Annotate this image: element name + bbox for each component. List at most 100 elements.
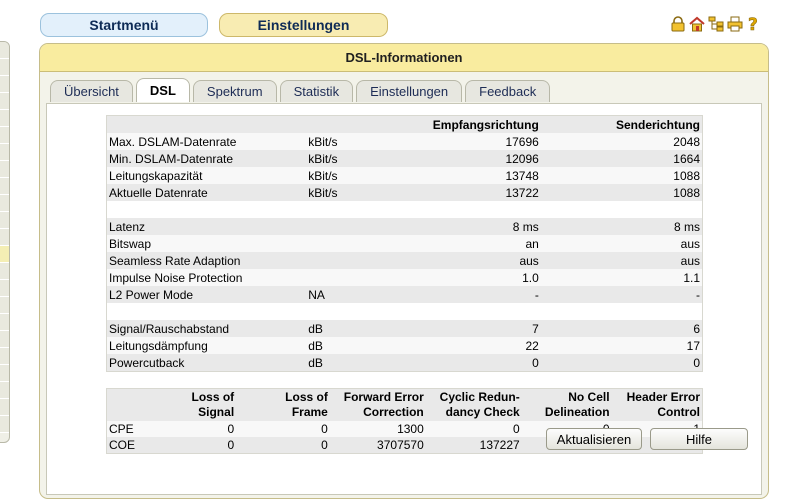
tab-spectrum[interactable]: Spektrum: [192, 80, 277, 102]
sidebar-item[interactable]: [0, 127, 9, 144]
row-down: 0: [395, 354, 541, 372]
header-no-cell-delineation: No Cell Delineation: [521, 388, 612, 421]
row-unit: kBit/s: [306, 150, 396, 167]
startmenu-button[interactable]: Startmenü: [40, 13, 208, 37]
tab-statistics[interactable]: Statistik: [279, 80, 354, 102]
sidebar-item[interactable]: [0, 399, 9, 416]
row-up: aus: [540, 235, 703, 252]
row-up: 1.1: [540, 269, 703, 286]
sidebar-item[interactable]: [0, 297, 9, 314]
row-label: Signal/Rauschabstand: [106, 320, 307, 337]
table-row: Max. DSLAM-Datenrate kBit/s 17696 2048: [106, 133, 703, 150]
table-row: Latenz 8 ms 8 ms: [106, 218, 703, 235]
sidebar-item-active[interactable]: [0, 246, 9, 263]
sidebar-item[interactable]: [0, 382, 9, 399]
refresh-button[interactable]: Aktualisieren: [546, 428, 642, 450]
sidebar-item[interactable]: [0, 263, 9, 280]
sidebar-item[interactable]: [0, 331, 9, 348]
cell-value: 1300: [329, 421, 426, 437]
row-label: Powercutback: [106, 354, 307, 372]
sidebar-item[interactable]: [0, 59, 9, 76]
row-unit: [306, 252, 396, 269]
sidebar-item[interactable]: [0, 314, 9, 331]
row-unit: kBit/s: [306, 133, 396, 150]
table-row: Impulse Noise Protection 1.0 1.1: [106, 269, 703, 286]
row-up: 8 ms: [540, 218, 703, 235]
tab-overview[interactable]: Übersicht: [50, 80, 133, 102]
sidebar-item[interactable]: [0, 76, 9, 93]
row-up: 2048: [540, 133, 703, 150]
row-down: 13722: [395, 184, 541, 201]
dsl-info-table: Empfangsrichtung Senderichtung Max. DSLA…: [106, 115, 703, 372]
sidebar-item[interactable]: [0, 280, 9, 297]
table-row: Seamless Rate Adaption aus aus: [106, 252, 703, 269]
sidebar-item[interactable]: [0, 416, 9, 433]
cell-value: 0: [425, 421, 522, 437]
spacer-row: [106, 303, 703, 320]
sidebar-item[interactable]: [0, 348, 9, 365]
sidebar-item[interactable]: [0, 212, 9, 229]
tab-settings[interactable]: Einstellungen: [356, 80, 463, 102]
row-down: an: [395, 235, 541, 252]
header-cell: [106, 388, 147, 421]
row-up: -: [540, 286, 703, 303]
table-row: Powercutback dB 0 0: [106, 354, 703, 372]
cell-value: 0: [236, 421, 330, 437]
row-label: Min. DSLAM-Datenrate: [106, 150, 307, 167]
header-cell: [106, 115, 307, 133]
sidebar-item[interactable]: [0, 161, 9, 178]
row-label: CPE: [106, 421, 147, 437]
table-row: Bitswap an aus: [106, 235, 703, 252]
sidebar-item[interactable]: [0, 195, 9, 212]
help-icon[interactable]: ?: [746, 15, 762, 33]
row-label: Leitungskapazität: [106, 167, 307, 184]
tab-bar: Übersicht DSL Spektrum Statistik Einstel…: [50, 78, 551, 102]
printer-icon[interactable]: [727, 15, 743, 33]
row-down: -: [395, 286, 541, 303]
row-unit: dB: [306, 337, 396, 354]
row-down: aus: [395, 252, 541, 269]
table-row: Leitungskapazität kBit/s 13748 1088: [106, 167, 703, 184]
header-cell: [306, 115, 396, 133]
row-unit: kBit/s: [306, 184, 396, 201]
cell-value: 0: [236, 437, 330, 454]
cell-value: 0: [146, 437, 237, 454]
table-row: Signal/Rauschabstand dB 7 6: [106, 320, 703, 337]
sidebar-item[interactable]: [0, 42, 9, 59]
row-down: 12096: [395, 150, 541, 167]
row-down: 17696: [395, 133, 541, 150]
row-up: 6: [540, 320, 703, 337]
sidebar-item[interactable]: [0, 110, 9, 127]
cell-value: 0: [146, 421, 237, 437]
cell-value: 3707570: [329, 437, 426, 454]
svg-text:?: ?: [748, 15, 758, 33]
sidebar-item[interactable]: [0, 229, 9, 246]
sidebar-item[interactable]: [0, 365, 9, 382]
row-up: 1088: [540, 167, 703, 184]
table-row: Aktuelle Datenrate kBit/s 13722 1088: [106, 184, 703, 201]
header-upstream: Senderichtung: [540, 115, 703, 133]
header-crc: Cyclic Redun-dancy Check: [425, 388, 522, 421]
row-unit: [306, 235, 396, 252]
sidebar-item[interactable]: [0, 178, 9, 195]
row-down: 8 ms: [395, 218, 541, 235]
tab-dsl[interactable]: DSL: [135, 78, 190, 102]
sidebar-item[interactable]: [0, 93, 9, 110]
help-button[interactable]: Hilfe: [650, 428, 748, 450]
settings-button[interactable]: Einstellungen: [219, 13, 388, 37]
row-label: COE: [106, 437, 147, 454]
tab-feedback[interactable]: Feedback: [465, 80, 551, 102]
row-down: 7: [395, 320, 541, 337]
row-label: Seamless Rate Adaption: [106, 252, 307, 269]
header-loss-of-frame: Loss of Frame: [236, 388, 330, 421]
spacer-row: [106, 201, 703, 218]
row-unit: [306, 218, 396, 235]
home-icon[interactable]: [689, 15, 705, 33]
row-down: 13748: [395, 167, 541, 184]
row-label: Latenz: [106, 218, 307, 235]
sitemap-icon[interactable]: [708, 15, 724, 33]
header-downstream: Empfangsrichtung: [395, 115, 541, 133]
sidebar-item[interactable]: [0, 144, 9, 161]
lock-icon[interactable]: [670, 15, 686, 33]
row-up: 1664: [540, 150, 703, 167]
